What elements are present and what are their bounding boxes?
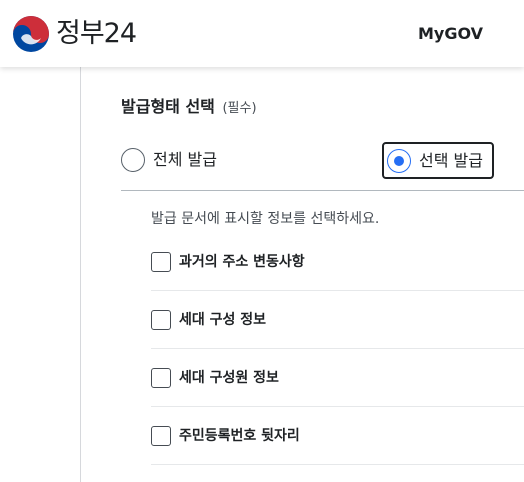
info-checkbox-list: 과거의 주소 변동사항 세대 구성 정보 세대 구성원 정보 주민등록번호 뒷자… [151,233,524,465]
checkbox-household-composition[interactable]: 세대 구성 정보 [151,291,524,349]
taegeuk-emblem-icon [13,16,49,52]
checkbox-resident-number-suffix[interactable]: 주민등록번호 뒷자리 [151,407,524,465]
radio-selective-issue-label: 선택 발급 [419,150,483,170]
checkbox-resident-number-suffix-label: 주민등록번호 뒷자리 [179,427,300,444]
radio-full-issue-label: 전체 발급 [153,150,217,169]
issue-type-title: 발급형태 선택 (필수) [121,96,257,120]
checkbox-unchecked-icon [151,367,171,388]
gov24-logo[interactable]: 정부24 [12,15,137,53]
checkbox-unchecked-icon [151,309,171,330]
mygov-link[interactable]: MyGOV [418,23,483,45]
required-marker: (필수) [222,101,257,116]
checkbox-address-history[interactable]: 과거의 주소 변동사항 [151,233,524,291]
checkbox-unchecked-icon [151,425,171,446]
radio-unchecked-icon [121,148,145,172]
content-left-border [80,67,81,482]
site-header: 정부24 MyGOV [0,0,524,67]
radio-full-issue[interactable]: 전체 발급 [121,146,217,174]
checkbox-household-composition-label: 세대 구성 정보 [179,311,267,328]
section-divider [121,190,524,191]
radio-checked-icon [387,148,411,173]
checkbox-unchecked-icon [151,251,171,272]
checkbox-household-members[interactable]: 세대 구성원 정보 [151,349,524,407]
checkbox-address-history-label: 과거의 주소 변동사항 [179,253,305,270]
issue-type-title-text: 발급형태 선택 [121,97,215,116]
radio-selective-issue[interactable]: 선택 발급 [382,142,494,179]
logo-text: 정부24 [56,18,137,49]
selection-guide-text: 발급 문서에 표시할 정보를 선택하세요. [151,211,380,227]
checkbox-household-members-label: 세대 구성원 정보 [179,369,279,386]
